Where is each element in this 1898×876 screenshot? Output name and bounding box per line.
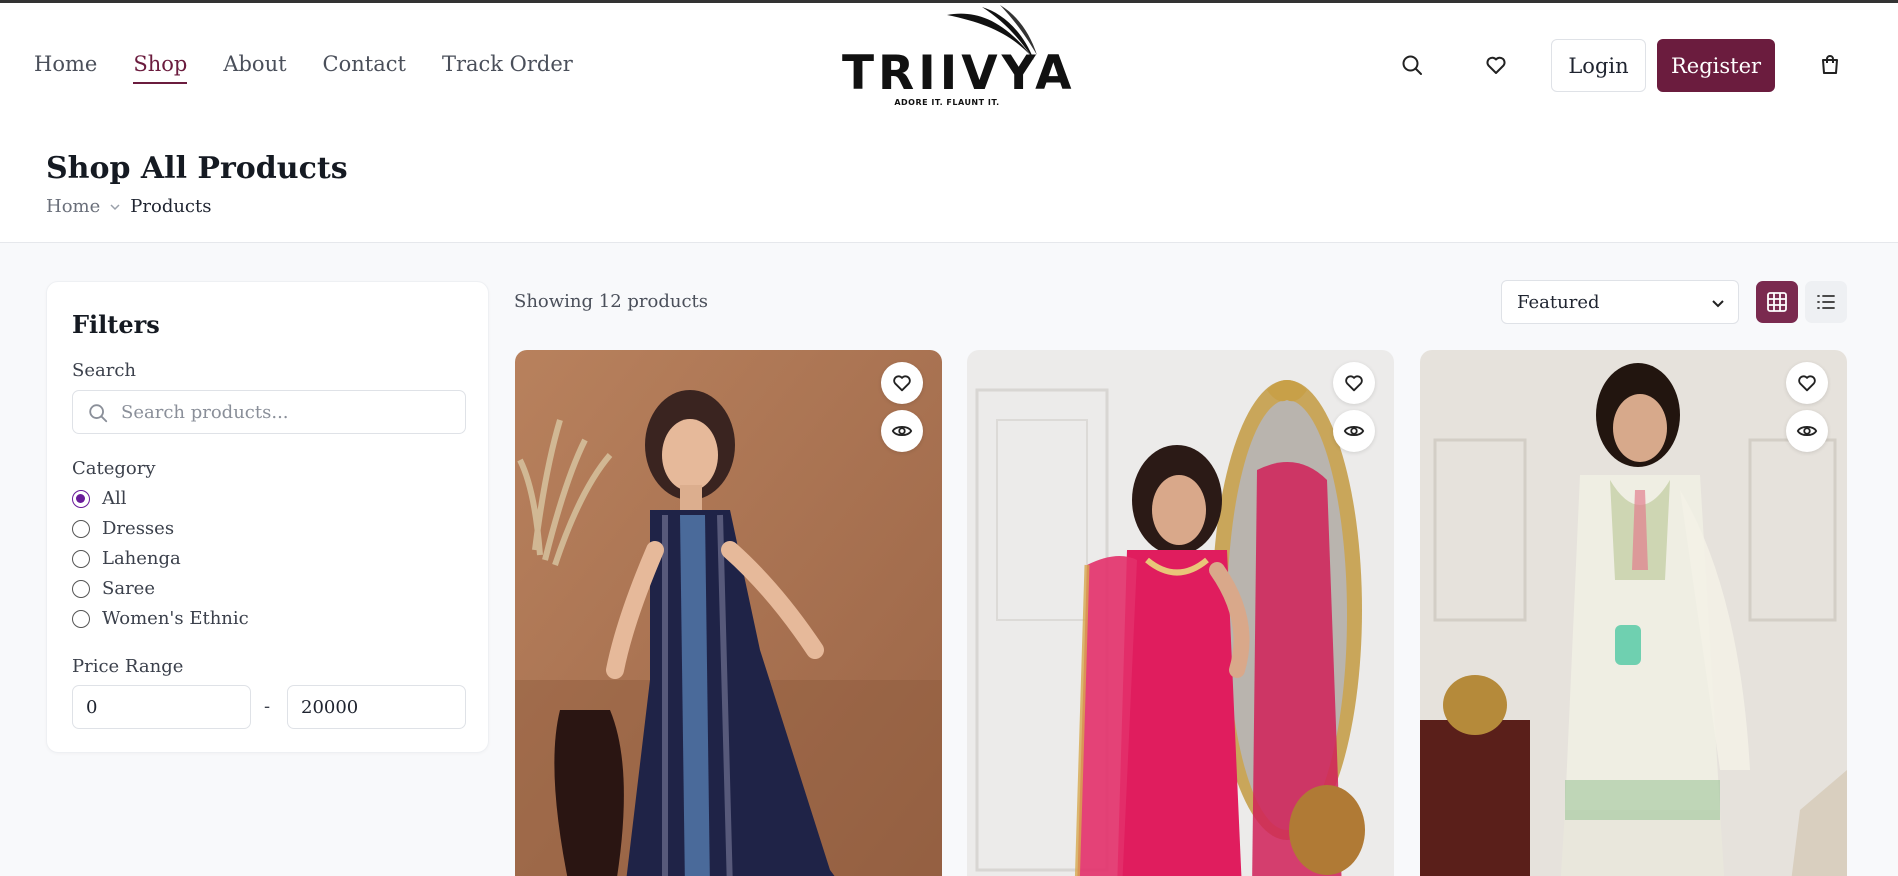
filters-panel: Filters Search Category All Dresses Lahe… [46, 281, 489, 753]
list-view-button[interactable] [1805, 281, 1847, 323]
radio-womens-ethnic[interactable] [72, 609, 90, 628]
category-option-label: Women's Ethnic [102, 608, 249, 629]
category-option-label: Dresses [102, 518, 175, 539]
product-image[interactable] [515, 350, 942, 876]
product-card[interactable] [515, 350, 942, 876]
grid-icon [1767, 292, 1787, 312]
quick-view-button[interactable] [1333, 410, 1375, 452]
eye-icon [1796, 425, 1818, 437]
price-separator: - [264, 696, 271, 717]
heart-icon [893, 375, 911, 392]
product-image[interactable] [1420, 350, 1847, 876]
site-header: Home Shop About Contact Track Order TRII… [0, 3, 1898, 113]
heart-icon[interactable] [1481, 50, 1511, 80]
chevron-down-icon [1712, 300, 1724, 308]
page-header: Shop All Products Home Products [0, 113, 1898, 243]
search-label: Search [72, 360, 136, 381]
register-button[interactable]: Register [1657, 39, 1775, 92]
category-option-saree[interactable]: Saree [72, 578, 155, 599]
category-label: Category [72, 458, 156, 479]
shopping-bag-icon[interactable] [1815, 50, 1845, 80]
logo-wordmark: TRIIVYA [842, 46, 1076, 101]
eye-icon [891, 425, 913, 437]
price-max-input[interactable] [287, 685, 466, 729]
radio-all[interactable] [72, 489, 90, 508]
chevron-right-icon [110, 204, 120, 211]
product-card[interactable] [967, 350, 1394, 876]
search-field [72, 390, 466, 434]
quick-view-button[interactable] [1786, 410, 1828, 452]
breadcrumb-current: Products [130, 196, 212, 217]
breadcrumb-home[interactable]: Home [46, 195, 100, 219]
eye-icon [1343, 425, 1365, 437]
category-option-womens-ethnic[interactable]: Women's Ethnic [72, 608, 249, 629]
sort-selected-value: Featured [1517, 291, 1600, 313]
search-icon[interactable] [1397, 50, 1427, 80]
list-icon [1817, 295, 1835, 309]
brand-logo[interactable]: TRIIVYA ADORE IT. FLAUNT IT. [842, 3, 1076, 113]
product-card[interactable] [1420, 350, 1847, 876]
radio-lahenga[interactable] [72, 549, 90, 568]
wishlist-button[interactable] [1333, 362, 1375, 404]
category-option-label: Saree [102, 578, 155, 599]
radio-saree[interactable] [72, 579, 90, 598]
search-icon [89, 404, 108, 423]
price-min-input[interactable] [72, 685, 251, 729]
filters-title: Filters [72, 310, 160, 339]
logo-tagline: ADORE IT. FLAUNT IT. [894, 98, 1000, 107]
quick-view-button[interactable] [881, 410, 923, 452]
category-option-lahenga[interactable]: Lahenga [72, 548, 181, 569]
wishlist-button[interactable] [1786, 362, 1828, 404]
heart-icon [1345, 375, 1363, 392]
nav-about[interactable]: About [223, 49, 286, 79]
price-range-label: Price Range [72, 656, 184, 677]
wishlist-button[interactable] [881, 362, 923, 404]
category-option-label: All [102, 488, 127, 509]
category-option-label: Lahenga [102, 548, 181, 569]
main-nav: Home Shop About Contact Track Order [34, 49, 573, 84]
results-count: Showing 12 products [514, 291, 709, 312]
radio-dresses[interactable] [72, 519, 90, 538]
nav-home[interactable]: Home [34, 49, 97, 79]
category-option-dresses[interactable]: Dresses [72, 518, 174, 539]
nav-track-order[interactable]: Track Order [442, 49, 573, 79]
sort-select[interactable]: Featured [1501, 280, 1739, 324]
category-option-all[interactable]: All [72, 488, 127, 509]
product-image[interactable] [967, 350, 1394, 876]
heart-icon [1798, 375, 1816, 392]
nav-contact[interactable]: Contact [323, 49, 406, 79]
login-button[interactable]: Login [1551, 39, 1646, 92]
search-input[interactable] [121, 391, 451, 433]
breadcrumb: Home Products [46, 195, 212, 219]
grid-view-button[interactable] [1756, 281, 1798, 323]
nav-shop[interactable]: Shop [133, 49, 188, 84]
page-title: Shop All Products [46, 151, 348, 186]
